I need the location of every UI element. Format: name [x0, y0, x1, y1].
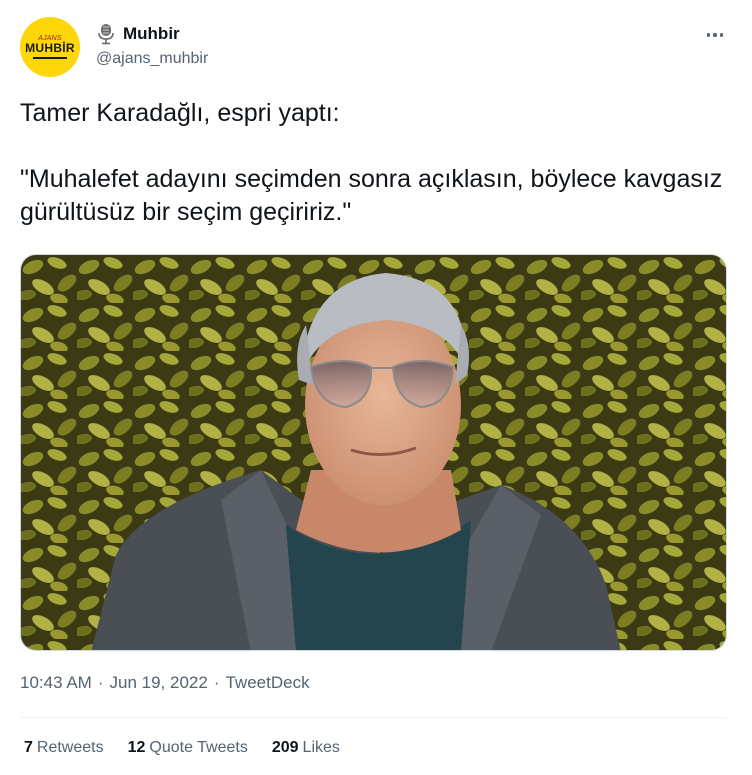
more-options-icon[interactable]: [700, 22, 730, 48]
quotes-count: 12: [127, 739, 146, 756]
retweets-stat[interactable]: 7 Retweets: [24, 739, 104, 757]
avatar-underline: [33, 57, 67, 59]
quotes-label: Quote Tweets: [149, 739, 248, 756]
display-name[interactable]: Muhbir: [123, 24, 180, 44]
tweet-time[interactable]: 10:43 AM: [20, 673, 92, 693]
photo-man-with-sunglasses-leaf-background: [21, 255, 726, 650]
tweet-stats: 7 Retweets 12 Quote Tweets 209 Likes: [24, 739, 364, 757]
tweet-meta: 10:43 AM · Jun 19, 2022 · TweetDeck: [20, 673, 310, 693]
likes-label: Likes: [302, 739, 340, 756]
meta-separator: ·: [97, 673, 104, 692]
tweet-photo[interactable]: [20, 254, 727, 651]
author-name-row[interactable]: Muhbir: [97, 22, 180, 46]
user-handle[interactable]: @ajans_muhbir: [96, 50, 208, 68]
tweet-source[interactable]: TweetDeck: [225, 673, 309, 693]
meta-separator: ·: [213, 673, 220, 692]
likes-count: 209: [271, 739, 299, 756]
quote-tweets-stat[interactable]: 12 Quote Tweets: [128, 739, 248, 757]
divider: [20, 717, 727, 718]
tweet-card: AJANS MUHBİR Muhbir @ajans_muhbir Tamer …: [0, 0, 752, 775]
tweet-text: Tamer Karadağlı, espri yaptı: "Muhalefet…: [20, 99, 723, 226]
tweet-date[interactable]: Jun 19, 2022: [110, 673, 208, 693]
retweets-count: 7: [24, 739, 33, 756]
avatar-text-big: MUHBİR: [25, 41, 75, 55]
avatar[interactable]: AJANS MUHBİR: [20, 17, 80, 77]
microphone-icon: [97, 23, 115, 45]
likes-stat[interactable]: 209 Likes: [272, 739, 340, 757]
retweets-label: Retweets: [36, 739, 104, 756]
